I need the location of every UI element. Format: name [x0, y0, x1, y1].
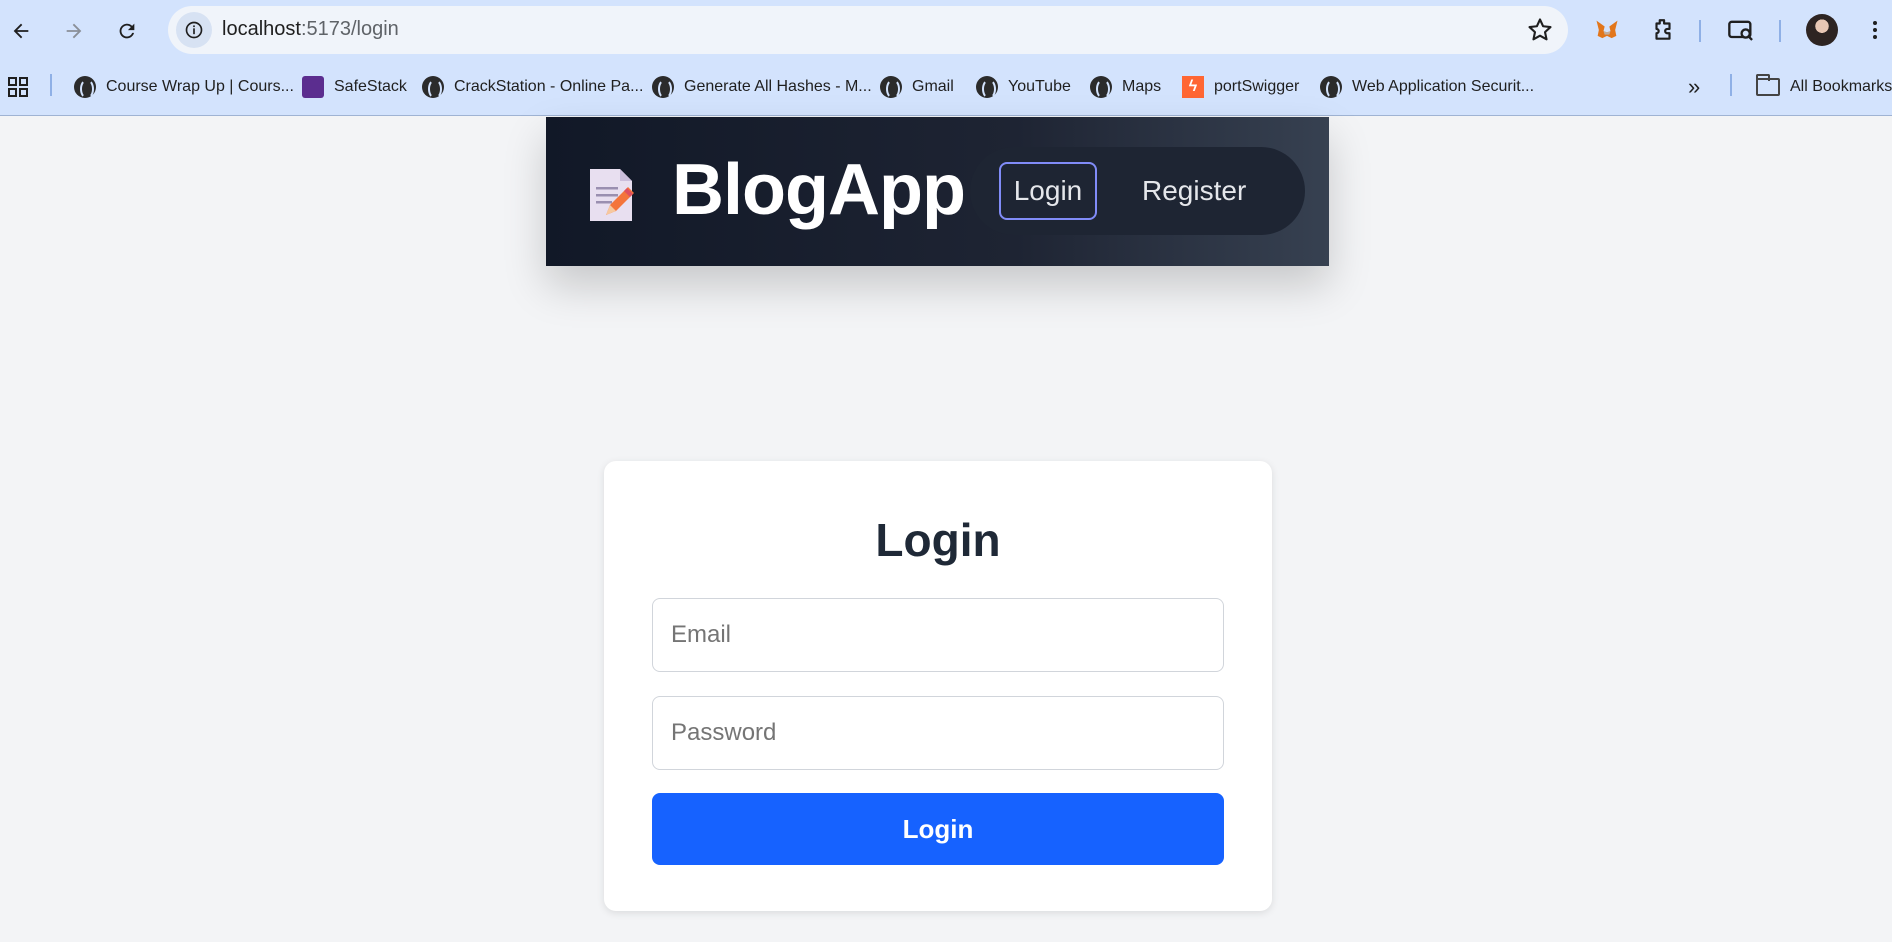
- browser-toolbar: localhost:5173/login: [0, 0, 1892, 60]
- bookmark-label: portSwigger: [1214, 78, 1300, 95]
- reload-button[interactable]: [107, 11, 147, 51]
- bookmark-item[interactable]: SafeStack: [302, 72, 407, 102]
- globe-icon: [880, 76, 902, 99]
- bookmarks-overflow-chevron-icon[interactable]: »: [1688, 72, 1700, 102]
- back-button[interactable]: [1, 11, 41, 51]
- tab-search-icon[interactable]: [1724, 13, 1758, 47]
- url-path: :5173/login: [300, 18, 399, 40]
- safestack-icon: [302, 76, 324, 98]
- email-field[interactable]: [652, 598, 1224, 672]
- toolbar-divider: [1699, 20, 1701, 42]
- bookmark-item[interactable]: Gmail: [880, 72, 954, 102]
- nav-login-link[interactable]: Login: [999, 162, 1097, 220]
- globe-icon: [1320, 76, 1342, 99]
- memo-icon: [590, 169, 634, 221]
- globe-icon: [74, 76, 96, 99]
- bookmark-label: Gmail: [912, 78, 954, 95]
- browser-menu-icon[interactable]: [1858, 13, 1892, 47]
- bookmark-label: YouTube: [1008, 78, 1071, 95]
- bookmark-label: Generate All Hashes - M...: [684, 78, 872, 95]
- profile-avatar[interactable]: [1806, 14, 1838, 46]
- all-bookmarks-label: All Bookmarks: [1790, 78, 1892, 95]
- metamask-extension-icon[interactable]: [1590, 13, 1624, 47]
- bookmark-item[interactable]: ϟ portSwigger: [1182, 72, 1299, 102]
- info-icon: [185, 21, 203, 39]
- login-card: Login Login: [604, 461, 1272, 911]
- nav-links: Login Register: [970, 147, 1305, 235]
- bookmark-label: Course Wrap Up | Cours...: [106, 78, 294, 95]
- forward-arrow-icon: [66, 23, 82, 39]
- globe-icon: [422, 76, 444, 99]
- nav-register-link[interactable]: Register: [1142, 162, 1246, 220]
- bookmark-item[interactable]: CrackStation - Online Pa...: [422, 72, 643, 102]
- bookmarks-divider: [50, 74, 52, 96]
- site-info-button[interactable]: [176, 12, 212, 48]
- bookmark-item[interactable]: Maps: [1090, 72, 1161, 102]
- toolbar-divider: [1779, 20, 1781, 42]
- bookmark-label: Web Application Securit...: [1352, 78, 1535, 95]
- app-navbar: BlogApp Login Register: [546, 117, 1329, 266]
- password-field[interactable]: [652, 696, 1224, 770]
- globe-icon: [652, 76, 674, 99]
- back-arrow-icon: [13, 23, 29, 39]
- globe-icon: [976, 76, 998, 99]
- bookmarks-bar: Course Wrap Up | Cours... SafeStack Crac…: [0, 66, 1892, 106]
- bookmark-label: CrackStation - Online Pa...: [454, 78, 644, 95]
- portswigger-icon: ϟ: [1182, 76, 1204, 98]
- bookmark-label: Maps: [1122, 78, 1162, 95]
- url-host: localhost: [222, 18, 301, 40]
- bookmark-item[interactable]: Web Application Securit...: [1320, 72, 1534, 102]
- bookmark-star-icon[interactable]: [1526, 16, 1554, 44]
- globe-icon: [1090, 76, 1112, 99]
- url-text[interactable]: localhost:5173/login: [222, 18, 399, 41]
- bookmark-item[interactable]: Generate All Hashes - M...: [652, 72, 872, 102]
- login-submit-button[interactable]: Login: [652, 793, 1224, 865]
- brand-title[interactable]: BlogApp: [672, 149, 966, 231]
- bookmark-label: SafeStack: [334, 78, 407, 95]
- apps-grid-icon[interactable]: [6, 72, 30, 102]
- folder-icon: [1756, 74, 1780, 96]
- browser-chrome: localhost:5173/login Course Wrap Up | Co…: [0, 0, 1892, 116]
- bookmarks-divider: [1730, 74, 1732, 96]
- login-title: Login: [875, 514, 1001, 566]
- all-bookmarks-button[interactable]: All Bookmarks: [1756, 72, 1892, 102]
- forward-button[interactable]: [54, 11, 94, 51]
- address-bar[interactable]: localhost:5173/login: [168, 6, 1568, 54]
- bookmark-item[interactable]: Course Wrap Up | Cours...: [74, 72, 294, 102]
- extensions-puzzle-icon[interactable]: [1646, 13, 1680, 47]
- reload-icon: [119, 23, 135, 39]
- bookmark-item[interactable]: YouTube: [976, 72, 1071, 102]
